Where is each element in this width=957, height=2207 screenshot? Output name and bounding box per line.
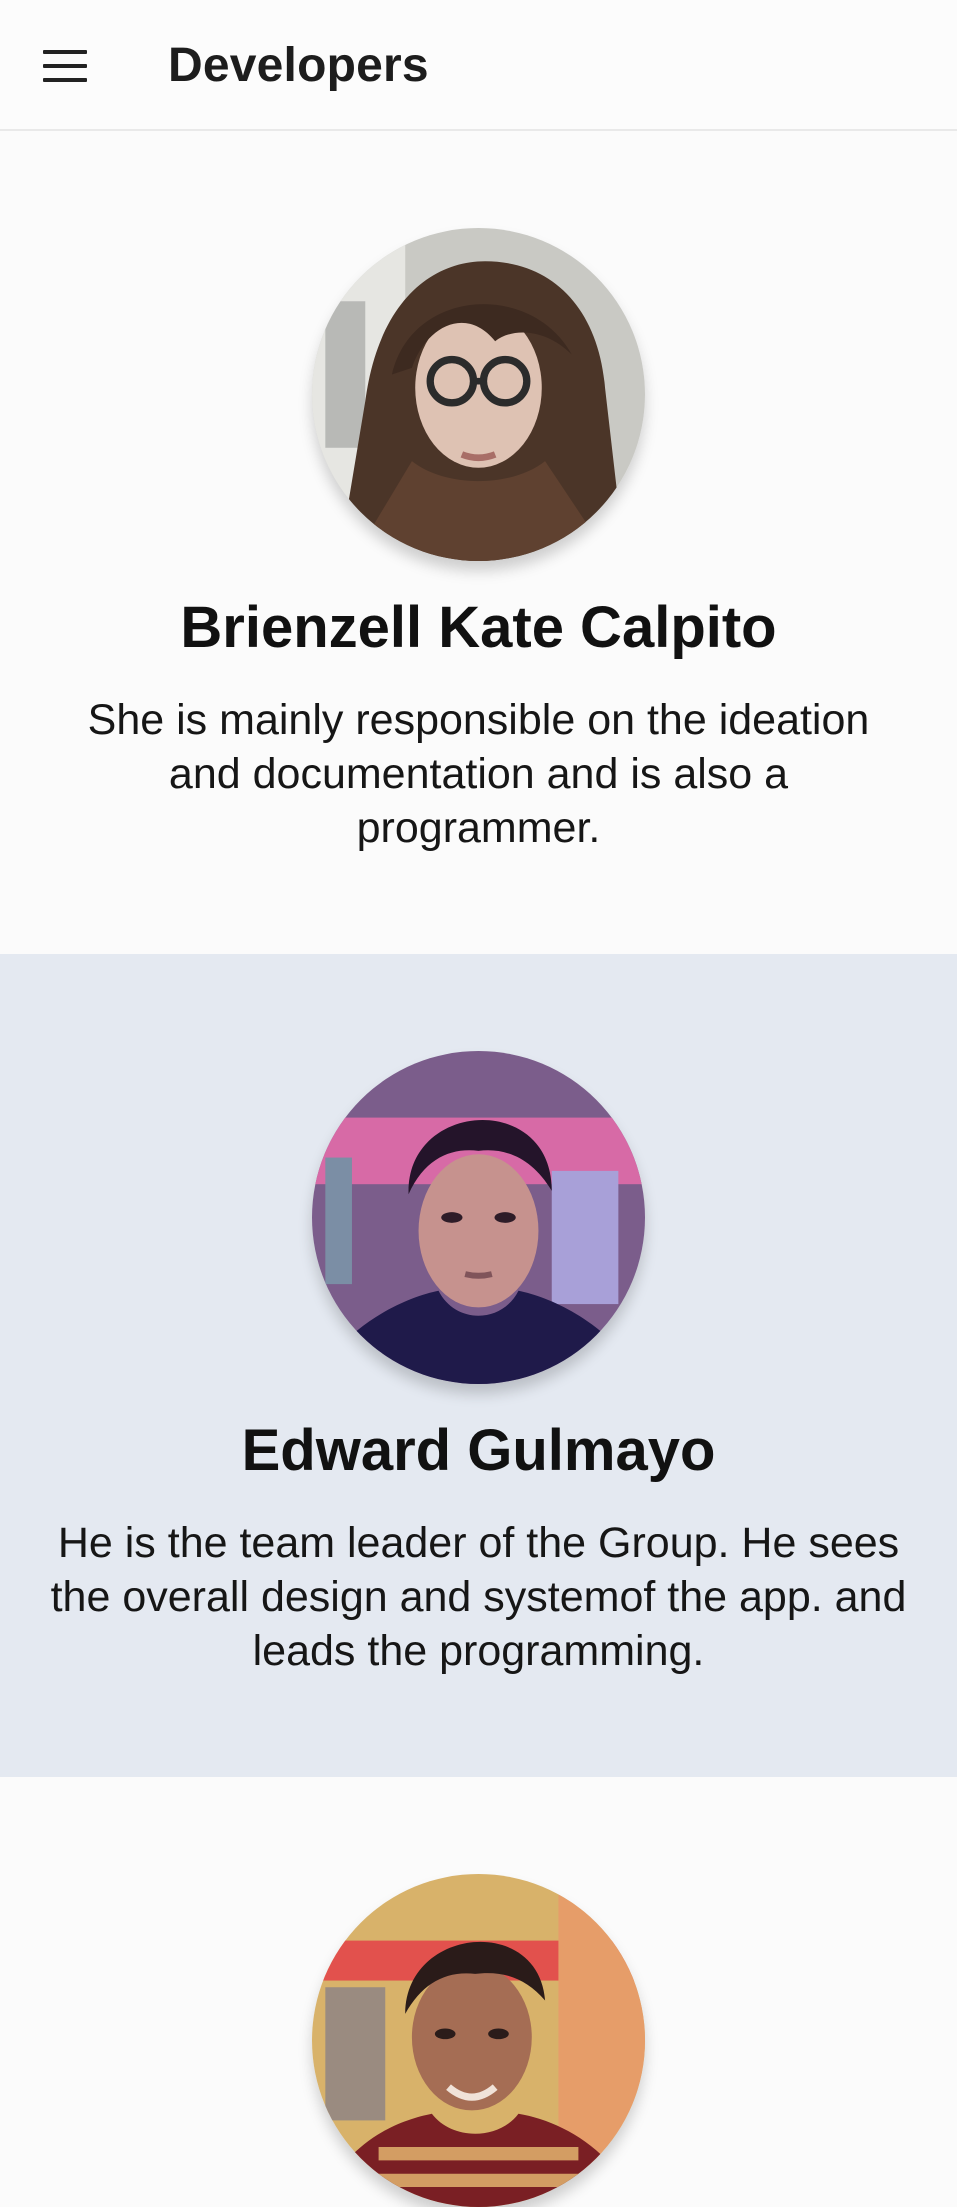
developer-name: Brienzell Kate Calpito	[180, 595, 777, 660]
developer-avatar	[312, 228, 645, 561]
developer-card	[0, 1777, 957, 2207]
hamburger-menu-icon[interactable]	[36, 44, 94, 88]
developer-card: Brienzell Kate Calpito She is mainly res…	[0, 131, 957, 954]
developer-avatar	[312, 1051, 645, 1384]
profile-photo	[312, 1874, 645, 2207]
developer-description: He is the team leader of the Group. He s…	[50, 1519, 907, 1675]
developer-avatar	[312, 1874, 645, 2207]
page-title: Developers	[168, 39, 429, 92]
developer-card: Edward Gulmayo He is the team leader of …	[0, 954, 957, 1777]
developer-description: She is mainly responsible on the ideatio…	[87, 696, 870, 852]
profile-photo	[312, 1051, 645, 1384]
developer-name: Edward Gulmayo	[241, 1418, 716, 1483]
profile-photo	[312, 228, 645, 561]
app-bar: Developers	[0, 0, 957, 131]
